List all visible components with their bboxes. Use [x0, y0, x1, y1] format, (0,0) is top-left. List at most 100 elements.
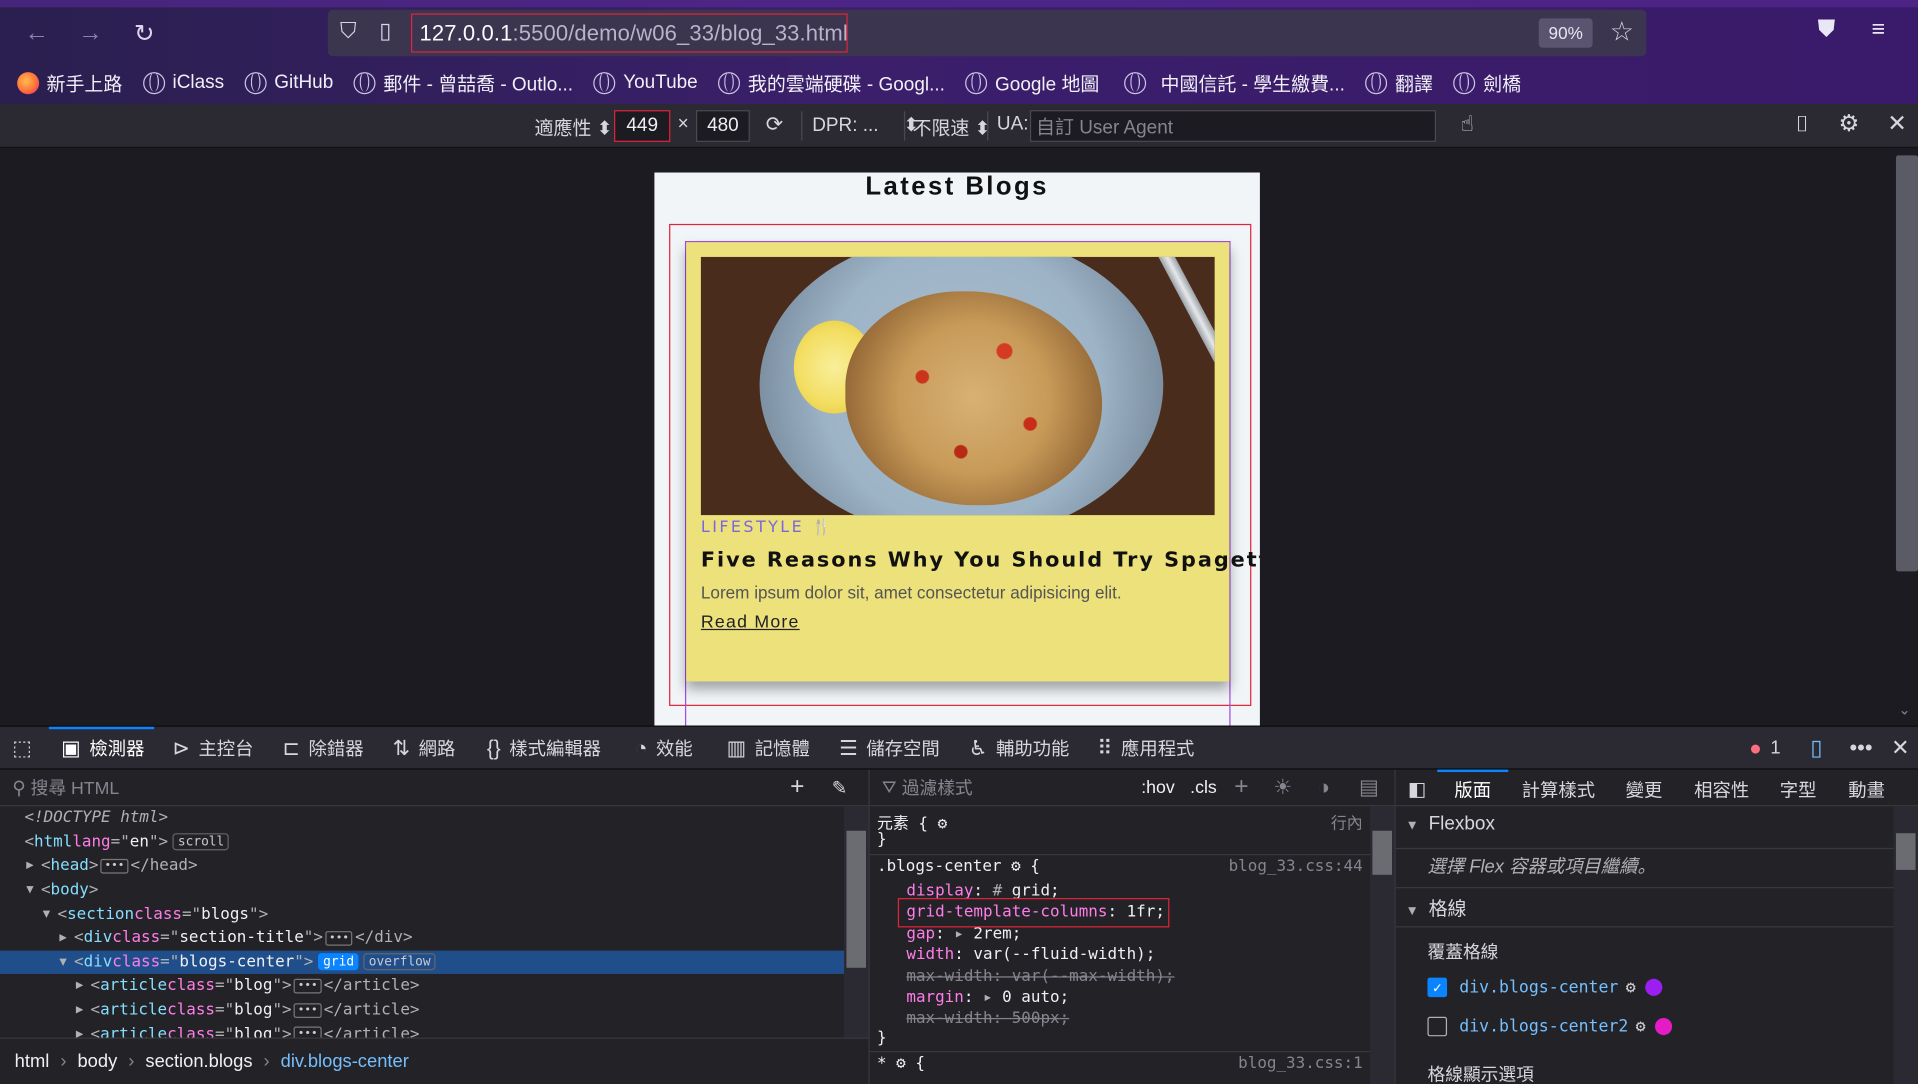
tab-style-editor[interactable]: {} 樣式編輯器 [487, 727, 601, 770]
zoom-level-badge[interactable]: 90% [1538, 18, 1593, 48]
bookmark-item[interactable]: 劍橋 [1453, 70, 1521, 97]
scrollbar-thumb[interactable] [1372, 830, 1393, 875]
gear-icon[interactable]: ⚙ [896, 1055, 906, 1073]
css-property-name[interactable]: margin [906, 989, 963, 1007]
settings-gear-icon[interactable]: ⚙ [1838, 110, 1859, 138]
tab-accessibility[interactable]: ♿ 輔助功能 [969, 727, 1070, 770]
css-declaration[interactable]: margin: ▸ 0 auto; [906, 989, 1069, 1007]
print-media-icon[interactable]: ▤ [1359, 775, 1379, 799]
tab-performance[interactable]: ◔ 效能 [635, 727, 693, 770]
flexbox-section-header[interactable]: ▼ Flexbox [1405, 814, 1495, 836]
css-property-value[interactable]: 0 auto [1002, 989, 1059, 1007]
shield-icon[interactable]: ⛉ [340, 18, 357, 44]
touch-simulation-icon[interactable]: ☝ [1461, 111, 1474, 137]
dom-node-line[interactable]: <!DOCTYPE html> [0, 806, 844, 830]
collapsed-content-icon[interactable]: ••• [325, 930, 353, 946]
css-declaration[interactable]: width: var(--fluid-width); [906, 946, 1155, 964]
overlay-color-swatch[interactable] [1655, 1017, 1673, 1036]
css-property-value[interactable]: 2rem [973, 925, 1011, 943]
viewport-scrollbar[interactable]: ⌄ [1893, 152, 1918, 726]
scroll-down-arrow-icon[interactable]: ⌄ [1898, 701, 1910, 718]
overlay-checkbox[interactable]: ✓ [1427, 977, 1448, 998]
device-preset-select[interactable]: 適應性 ⬍ [535, 114, 613, 141]
contrast-icon[interactable]: ◑ [1317, 775, 1330, 799]
forward-arrow-icon[interactable]: → [73, 17, 107, 49]
close-rdm-icon[interactable]: ✕ [1887, 110, 1906, 138]
css-property-value[interactable]: 500px [1012, 1010, 1060, 1028]
rule-source-link[interactable]: blog_33.css:44 [1229, 858, 1363, 876]
bookmark-item[interactable]: 中國信託 - 學生繳費... [1123, 70, 1345, 97]
menu-icon[interactable]: ≡ [1871, 17, 1885, 44]
error-count[interactable]: ● 1 [1749, 727, 1780, 770]
url-text[interactable]: 127.0.0.1:5500/demo/w06_33/blog_33.html [410, 13, 848, 53]
tab-layout[interactable]: 版面 [1437, 769, 1509, 803]
collapsed-content-icon[interactable]: ••• [100, 858, 129, 874]
grid-overlay-row[interactable]: div.blogs-center2 ⚙ [1427, 1016, 1673, 1037]
html-search-bar[interactable]: ⚲ 搜尋 HTML + ✎ [0, 770, 869, 807]
rule-source-link[interactable]: blog_33.css:1 [1238, 1055, 1362, 1073]
more-options-icon[interactable]: ••• [1849, 727, 1872, 770]
tab-inspector[interactable]: ▣ 檢測器 [48, 726, 155, 770]
light-mode-icon[interactable]: ☀ [1273, 775, 1292, 799]
rules-filter-input[interactable]: 過濾樣式 [902, 774, 973, 800]
add-rule-icon[interactable]: + [1234, 773, 1248, 801]
css-declaration[interactable]: max-width: 500px; [906, 1010, 1069, 1028]
dom-node-line[interactable]: ▼ < body > [0, 878, 844, 902]
bookmark-star-icon[interactable]: ☆ [1610, 16, 1634, 48]
bookmark-item[interactable]: 我的雲端硬碟 - Googl... [718, 70, 945, 97]
bookmark-item[interactable]: 新手上路 [17, 70, 122, 97]
hover-state-toggle[interactable]: :hov [1141, 778, 1175, 798]
dom-node-line[interactable]: ▼ < div class =" blogs-center " > grid overflow [0, 950, 845, 975]
collapse-caret-icon[interactable]: ▶ [26, 859, 41, 872]
layout-scrollbar[interactable] [1893, 806, 1918, 1084]
url-bar[interactable]: ⛉ ▯ 127.0.0.1:5500/demo/w06_33/blog_33.h… [327, 9, 1647, 57]
css-property-name[interactable]: gap [906, 925, 935, 943]
gear-icon[interactable]: ⚙ [1011, 858, 1021, 876]
expand-caret-icon[interactable]: ▼ [43, 907, 58, 920]
tab-computed[interactable]: 計算樣式 [1522, 777, 1595, 803]
scrollbar-thumb[interactable] [846, 830, 867, 968]
bookmark-item[interactable]: Google 地圖 [965, 70, 1099, 97]
collapse-caret-icon[interactable]: ▶ [59, 931, 74, 944]
bookmark-item[interactable]: GitHub [244, 72, 333, 95]
dom-node-line[interactable]: ▼ < section class =" blogs " > [0, 902, 844, 926]
tab-storage[interactable]: ☰ 儲存空間 [839, 727, 940, 770]
breadcrumb-item[interactable]: html [15, 1051, 50, 1072]
grid-section-header[interactable]: ▼ 格線 [1405, 894, 1466, 921]
universal-rule-selector[interactable]: * ⚙ { [877, 1055, 925, 1073]
css-property-name[interactable]: width [906, 946, 954, 964]
viewport-width-input[interactable]: 449 [614, 110, 671, 142]
css-property-value[interactable]: var(--max-width) [1012, 967, 1165, 985]
tab-fonts[interactable]: 字型 [1780, 777, 1817, 803]
bookmark-item[interactable]: 郵件 - 曾喆喬 - Outlo... [354, 70, 573, 97]
close-devtools-icon[interactable]: ✕ [1891, 727, 1909, 770]
node-badge[interactable]: scroll [172, 833, 230, 851]
tab-memory[interactable]: ▥ 記憶體 [727, 727, 810, 770]
html-search-input[interactable]: 搜尋 HTML [31, 774, 120, 800]
expand-shorthand-icon[interactable]: ▸ [954, 925, 973, 943]
dom-node-line[interactable]: < html lang =" en " > scroll [0, 830, 844, 854]
css-property-value[interactable]: var(--fluid-width) [973, 946, 1145, 964]
viewport-height-input[interactable]: 480 [696, 110, 750, 142]
collapsed-content-icon[interactable]: ••• [294, 1002, 322, 1018]
expand-caret-icon[interactable]: ▼ [26, 883, 41, 896]
css-property-name[interactable]: max-width [906, 967, 992, 985]
bookmark-item[interactable]: YouTube [593, 72, 698, 95]
highlight-target-icon[interactable]: ⚙ [1636, 1017, 1646, 1037]
expand-shorthand-icon[interactable]: ▸ [983, 989, 1002, 1007]
back-arrow-icon[interactable]: ← [20, 17, 54, 49]
breadcrumb-item[interactable]: section.blogs [145, 1051, 252, 1072]
class-toggle[interactable]: .cls [1190, 778, 1217, 798]
gear-icon[interactable]: ⚙ [938, 815, 948, 833]
network-throttle-select[interactable]: 不限速 ⬍ [913, 114, 991, 141]
dom-node-line[interactable]: ▶ < article class =" blog " > ••• </article> [0, 998, 844, 1022]
dom-node-line[interactable]: ▶ < head > ••• </head> [0, 854, 844, 878]
rules-filter-bar[interactable]: ⛛ 過濾樣式 :hov .cls + ☀ ◑ ▤ [869, 770, 1395, 807]
overlay-color-swatch[interactable] [1645, 978, 1663, 996]
css-property-name[interactable]: max-width [906, 1010, 992, 1028]
tab-compatibility[interactable]: 相容性 [1694, 777, 1749, 803]
collapse-caret-icon[interactable]: ▶ [76, 1003, 91, 1016]
tab-animations[interactable]: 動畫 [1848, 777, 1885, 803]
user-agent-input[interactable]: 自訂 User Agent [1029, 110, 1437, 142]
node-badge[interactable]: overflow [363, 953, 436, 971]
